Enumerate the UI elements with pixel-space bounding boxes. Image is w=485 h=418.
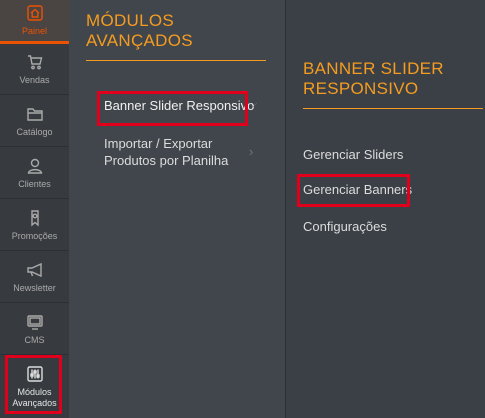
sidebar-item-label-line2: Avançados xyxy=(12,398,57,408)
sidebar-item-newsletter[interactable]: Newsletter xyxy=(0,252,69,303)
sidebar-item-promocoes[interactable]: Promoções xyxy=(0,200,69,251)
cart-icon xyxy=(27,54,42,69)
main-sidebar: Painel Vendas Catálogo Clientes Promoçõe… xyxy=(0,0,69,418)
sidebar-item-label: Catálogo xyxy=(16,126,53,137)
menu-item-label-line2: Produtos por Planilha xyxy=(104,153,229,168)
tag-icon xyxy=(30,209,39,226)
panel-title: BANNER SLIDER RESPONSIVO xyxy=(303,59,444,99)
sidebar-item-vendas[interactable]: Vendas xyxy=(0,44,69,95)
chevron-down-icon: ⌵ xyxy=(249,98,258,110)
panel-title-line1: BANNER SLIDER xyxy=(303,59,444,78)
sidebar-item-label-line1: Módulos xyxy=(17,387,52,397)
person-icon xyxy=(27,158,42,174)
admin-menu: Painel Vendas Catálogo Clientes Promoçõe… xyxy=(0,0,485,418)
folder-icon xyxy=(26,107,43,121)
sidebar-item-modulos-avancados[interactable]: Módulos Avançados xyxy=(0,356,69,418)
panel-divider xyxy=(303,108,483,109)
chevron-right-icon: › xyxy=(249,144,254,159)
sidebar-item-label: Promoções xyxy=(11,230,58,241)
sidebar-item-cms[interactable]: CMS xyxy=(0,304,69,355)
submenu-panel-modulos: MÓDULOS AVANÇADOS Banner Slider Responsi… xyxy=(69,0,285,418)
panel-title: MÓDULOS AVANÇADOS xyxy=(86,11,193,51)
menu-item-gerenciar-sliders[interactable]: Gerenciar Sliders xyxy=(303,146,403,163)
menu-item-label-line1: Importar / Exportar xyxy=(104,136,213,151)
panel-title-line2: AVANÇADOS xyxy=(86,31,193,50)
menu-item-banner-slider[interactable]: Banner Slider Responsivo xyxy=(104,97,254,114)
sidebar-item-painel[interactable]: Painel xyxy=(0,0,69,44)
sidebar-item-label: CMS xyxy=(24,334,45,345)
sidebar-item-clientes[interactable]: Clientes xyxy=(0,148,69,199)
panel-title-line2: RESPONSIVO xyxy=(303,79,419,98)
sliders-icon xyxy=(26,366,43,382)
monitor-icon xyxy=(26,314,43,330)
panel-title-line1: MÓDULOS xyxy=(86,11,175,30)
home-icon xyxy=(26,5,43,21)
sidebar-item-catalogo[interactable]: Catálogo xyxy=(0,96,69,147)
megaphone-icon xyxy=(26,262,42,277)
panel-divider xyxy=(86,60,266,61)
sidebar-item-label: Clientes xyxy=(18,178,51,189)
menu-item-configuracoes[interactable]: Configurações xyxy=(303,218,387,235)
submenu-panel-banner-slider: BANNER SLIDER RESPONSIVO Gerenciar Slide… xyxy=(285,0,485,418)
sidebar-item-label: Painel xyxy=(21,26,48,36)
menu-item-importar-exportar[interactable]: Importar / Exportar Produtos por Planilh… xyxy=(104,135,228,169)
sidebar-item-label: Vendas xyxy=(19,74,50,85)
menu-item-gerenciar-banners[interactable]: Gerenciar Banners xyxy=(303,181,412,198)
sidebar-item-label: Newsletter xyxy=(13,282,56,293)
